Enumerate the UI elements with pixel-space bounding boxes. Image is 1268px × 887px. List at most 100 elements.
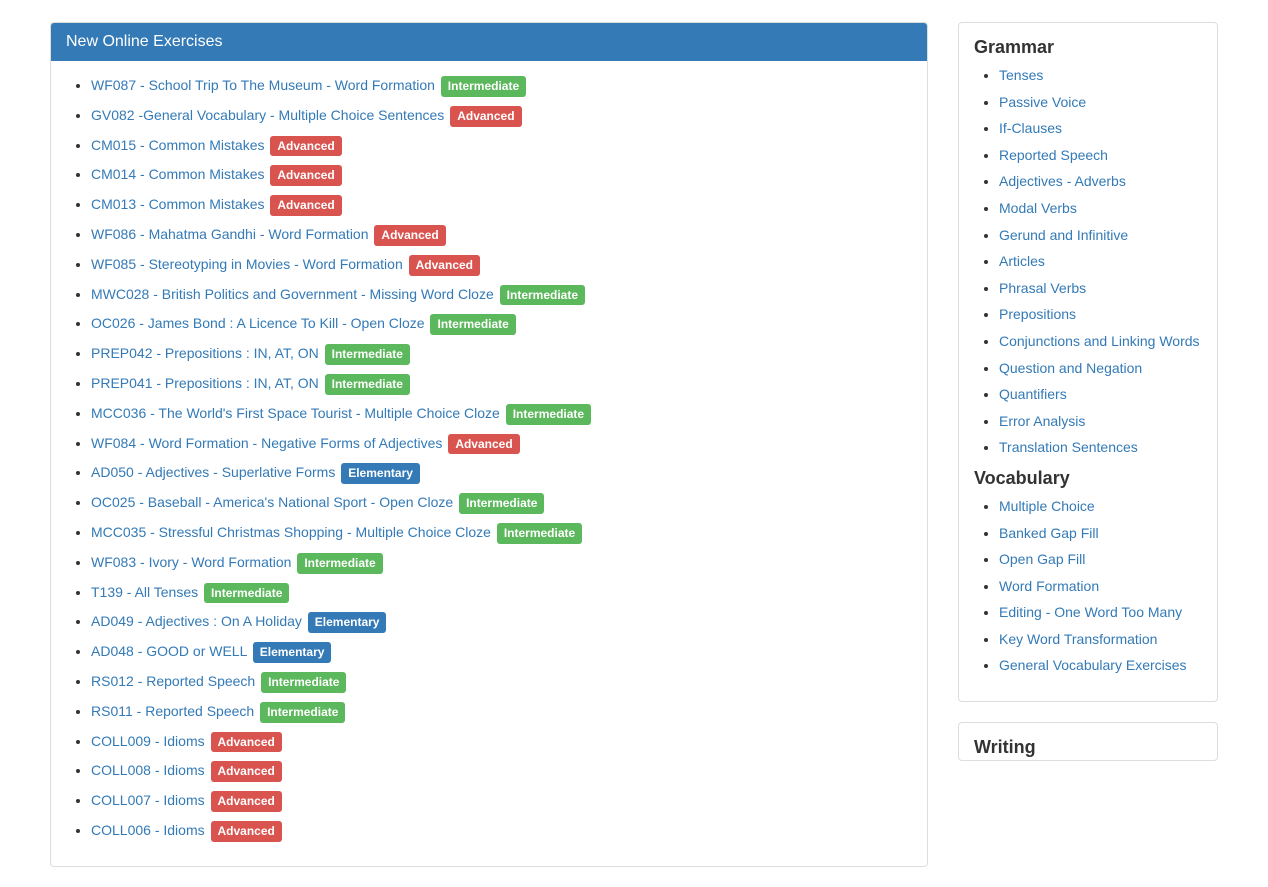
exercise-link[interactable]: COLL007 - Idioms [91, 792, 205, 808]
exercise-item: AD048 - GOOD or WELL Elementary [91, 642, 912, 663]
exercise-link[interactable]: GV082 -General Vocabulary - Multiple Cho… [91, 107, 444, 123]
vocabulary-link[interactable]: Multiple Choice [999, 498, 1095, 514]
exercise-link[interactable]: AD050 - Adjectives - Superlative Forms [91, 464, 335, 480]
exercise-item: MWC028 - British Politics and Government… [91, 285, 912, 306]
exercise-link[interactable]: CM014 - Common Mistakes [91, 166, 265, 182]
list-item: Passive Voice [999, 93, 1202, 113]
exercise-link[interactable]: CM015 - Common Mistakes [91, 137, 265, 153]
exercise-item: COLL009 - Idioms Advanced [91, 732, 912, 753]
exercise-link[interactable]: CM013 - Common Mistakes [91, 196, 265, 212]
grammar-link[interactable]: Tenses [999, 67, 1043, 83]
exercise-link[interactable]: T139 - All Tenses [91, 584, 198, 600]
exercise-item: MCC036 - The World's First Space Tourist… [91, 404, 912, 425]
list-item: Gerund and Infinitive [999, 226, 1202, 246]
level-badge: Advanced [211, 791, 282, 812]
level-badge: Advanced [211, 761, 282, 782]
exercise-item: CM014 - Common Mistakes Advanced [91, 165, 912, 186]
exercise-list: WF087 - School Trip To The Museum - Word… [66, 76, 912, 842]
list-item: Phrasal Verbs [999, 279, 1202, 299]
exercise-item: AD050 - Adjectives - Superlative Forms E… [91, 463, 912, 484]
exercise-link[interactable]: MCC036 - The World's First Space Tourist… [91, 405, 500, 421]
exercise-item: CM013 - Common Mistakes Advanced [91, 195, 912, 216]
exercise-link[interactable]: AD048 - GOOD or WELL [91, 643, 247, 659]
list-item: Prepositions [999, 305, 1202, 325]
exercise-link[interactable]: MCC035 - Stressful Christmas Shopping - … [91, 524, 491, 540]
vocabulary-link[interactable]: General Vocabulary Exercises [999, 657, 1187, 673]
vocabulary-link[interactable]: Editing - One Word Too Many [999, 604, 1182, 620]
list-item: Modal Verbs [999, 199, 1202, 219]
level-badge: Intermediate [430, 314, 515, 335]
grammar-link[interactable]: Quantifiers [999, 386, 1067, 402]
exercise-item: WF087 - School Trip To The Museum - Word… [91, 76, 912, 97]
exercise-item: AD049 - Adjectives : On A Holiday Elemen… [91, 612, 912, 633]
exercise-link[interactable]: PREP041 - Prepositions : IN, AT, ON [91, 375, 319, 391]
level-badge: Intermediate [325, 344, 410, 365]
exercise-item: WF086 - Mahatma Gandhi - Word Formation … [91, 225, 912, 246]
exercise-link[interactable]: OC026 - James Bond : A Licence To Kill -… [91, 315, 425, 331]
exercise-link[interactable]: WF084 - Word Formation - Negative Forms … [91, 435, 442, 451]
level-badge: Elementary [253, 642, 332, 663]
level-badge: Elementary [341, 463, 420, 484]
vocabulary-link[interactable]: Key Word Transformation [999, 631, 1157, 647]
grammar-link[interactable]: Modal Verbs [999, 200, 1077, 216]
exercise-item: COLL008 - Idioms Advanced [91, 761, 912, 782]
vocabulary-link[interactable]: Banked Gap Fill [999, 525, 1099, 541]
grammar-link[interactable]: Gerund and Infinitive [999, 227, 1128, 243]
list-item: Tenses [999, 66, 1202, 86]
level-badge: Advanced [409, 255, 480, 276]
level-badge: Elementary [308, 612, 387, 633]
grammar-link[interactable]: Prepositions [999, 306, 1076, 322]
grammar-link[interactable]: Articles [999, 253, 1045, 269]
vocabulary-link[interactable]: Open Gap Fill [999, 551, 1085, 567]
grammar-link[interactable]: Reported Speech [999, 147, 1108, 163]
grammar-link[interactable]: Translation Sentences [999, 439, 1138, 455]
level-badge: Advanced [374, 225, 445, 246]
level-badge: Intermediate [441, 76, 526, 97]
exercise-item: OC025 - Baseball - America's National Sp… [91, 493, 912, 514]
exercise-link[interactable]: MWC028 - British Politics and Government… [91, 286, 494, 302]
grammar-link[interactable]: Error Analysis [999, 413, 1085, 429]
level-badge: Advanced [270, 165, 341, 186]
grammar-link[interactable]: Passive Voice [999, 94, 1086, 110]
vocabulary-link[interactable]: Word Formation [999, 578, 1099, 594]
grammar-link[interactable]: Adjectives - Adverbs [999, 173, 1126, 189]
exercise-item: COLL006 - Idioms Advanced [91, 821, 912, 842]
grammar-heading: Grammar [974, 37, 1202, 58]
level-badge: Advanced [450, 106, 521, 127]
list-item: Adjectives - Adverbs [999, 172, 1202, 192]
grammar-link[interactable]: If-Clauses [999, 120, 1062, 136]
exercise-link[interactable]: WF087 - School Trip To The Museum - Word… [91, 77, 435, 93]
list-item: Articles [999, 252, 1202, 272]
grammar-link[interactable]: Conjunctions and Linking Words [999, 333, 1200, 349]
vocabulary-heading: Vocabulary [974, 468, 1202, 489]
exercise-link[interactable]: PREP042 - Prepositions : IN, AT, ON [91, 345, 319, 361]
list-item: Word Formation [999, 577, 1202, 597]
level-badge: Intermediate [325, 374, 410, 395]
grammar-link[interactable]: Question and Negation [999, 360, 1142, 376]
exercise-link[interactable]: OC025 - Baseball - America's National Sp… [91, 494, 453, 510]
writing-heading: Writing [974, 737, 1202, 758]
exercise-link[interactable]: RS011 - Reported Speech [91, 703, 254, 719]
grammar-list: Tenses Passive Voice If-Clauses Reported Sp… [974, 66, 1202, 458]
exercise-link[interactable]: COLL009 - Idioms [91, 733, 205, 749]
list-item: Conjunctions and Linking Words [999, 332, 1202, 352]
exercise-link[interactable]: COLL008 - Idioms [91, 762, 205, 778]
level-badge: Intermediate [500, 285, 585, 306]
list-item: Question and Negation [999, 359, 1202, 379]
exercise-link[interactable]: WF085 - Stereotyping in Movies - Word Fo… [91, 256, 403, 272]
exercise-link[interactable]: RS012 - Reported Speech [91, 673, 255, 689]
list-item: Translation Sentences [999, 438, 1202, 458]
exercise-link[interactable]: WF083 - Ivory - Word Formation [91, 554, 291, 570]
exercise-link[interactable]: WF086 - Mahatma Gandhi - Word Formation [91, 226, 369, 242]
grammar-link[interactable]: Phrasal Verbs [999, 280, 1086, 296]
list-item: Banked Gap Fill [999, 524, 1202, 544]
exercise-item: COLL007 - Idioms Advanced [91, 791, 912, 812]
exercise-link[interactable]: COLL006 - Idioms [91, 822, 205, 838]
exercise-link[interactable]: AD049 - Adjectives : On A Holiday [91, 613, 302, 629]
exercise-item: T139 - All Tenses Intermediate [91, 583, 912, 604]
level-badge: Advanced [211, 821, 282, 842]
exercise-item: RS012 - Reported Speech Intermediate [91, 672, 912, 693]
exercise-item: PREP042 - Prepositions : IN, AT, ON Inte… [91, 344, 912, 365]
exercise-item: WF083 - Ivory - Word Formation Intermedi… [91, 553, 912, 574]
exercise-item: WF085 - Stereotyping in Movies - Word Fo… [91, 255, 912, 276]
